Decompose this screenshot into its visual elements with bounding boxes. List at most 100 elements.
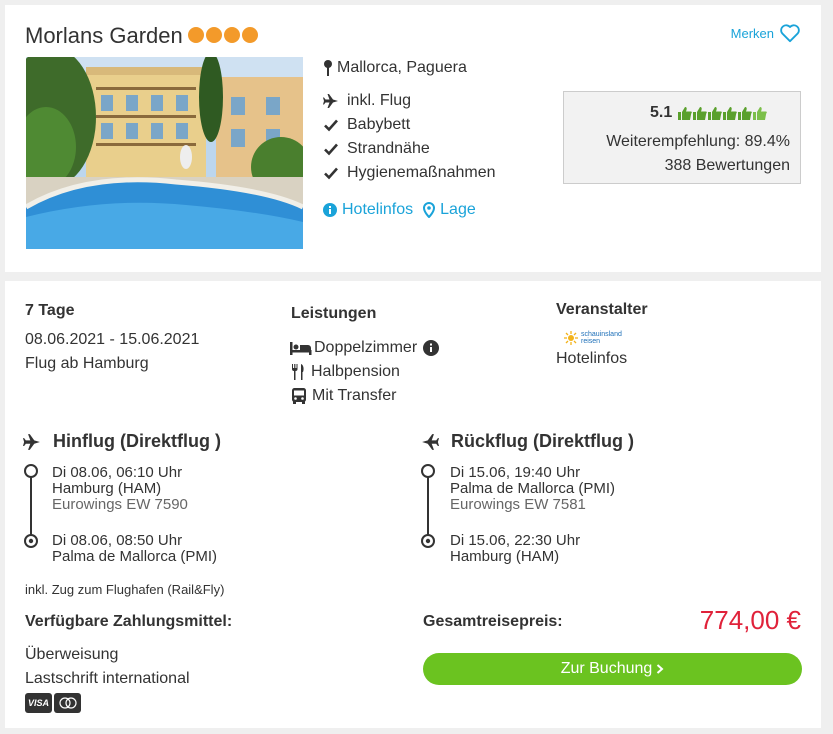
cutlery-icon [292, 364, 304, 380]
inbound-arrival: Di 15.06, 22:30 Uhr Hamburg (HAM) [450, 533, 580, 565]
thumbs-up-icon [738, 107, 753, 120]
outbound-timeline [24, 464, 38, 548]
outbound-flight-number: Eurowings EW 7590 [52, 496, 188, 513]
inbound-title: Rückflug (Direktflug ) [451, 431, 634, 451]
merken-label: Merken [730, 25, 774, 41]
service-label: Doppelzimmer [314, 339, 418, 356]
map-marker-icon [423, 202, 436, 218]
star-icon [224, 27, 240, 43]
service-doppelzimmer: Doppelzimmer [290, 339, 440, 357]
total-price: 774,00 € [699, 605, 801, 635]
thumbs-up-icon [753, 107, 768, 120]
total-label: Gesamtreisepreis: [423, 613, 563, 630]
feature-label: Babybett [347, 116, 411, 133]
hotel-name[interactable]: Morlans Garden [25, 23, 183, 49]
operator-heading: Veranstalter [556, 301, 648, 318]
check-icon [324, 143, 338, 156]
service-label: Mit Transfer [312, 387, 397, 404]
hotel-stars [188, 27, 258, 43]
logo-line2: reisen [581, 338, 601, 345]
rating-box[interactable]: 5.1 Weiterempfehlung: 89.4% 388 Bewertun… [563, 91, 801, 184]
lage-label: Lage [440, 201, 476, 218]
info-icon [323, 203, 337, 217]
check-icon [324, 167, 338, 180]
outbound-dep-time: Di 08.06, 06:10 Uhr [52, 464, 183, 481]
service-halbpension: Halbpension [291, 363, 400, 381]
feature-babybett: Babybett [323, 116, 410, 134]
hotelinfos-label: Hotelinfos [342, 201, 414, 218]
star-icon [188, 27, 204, 43]
logo-line1: schauinsland [581, 331, 622, 338]
booking-button-label: Zur Buchung [560, 660, 653, 677]
rating-score: 5.1 [650, 104, 768, 122]
outbound-arrival: Di 08.06, 08:50 Uhr Palma de Mallorca (P… [52, 533, 217, 565]
thumbs-up-icon [723, 107, 738, 120]
thumbs-up-icon [678, 107, 693, 120]
chevron-right-icon [657, 664, 664, 674]
recommendation-rate: Weiterempfehlung: 89.4% [606, 133, 790, 150]
feature-hygiene: Hygienemaßnahmen [323, 164, 496, 182]
lage-link[interactable]: Lage [423, 201, 476, 219]
payment-method-lastschrift: Lastschrift international [25, 670, 190, 687]
location-text: Mallorca, Paguera [337, 59, 467, 76]
plane-return-icon [422, 433, 439, 450]
merken-button[interactable]: Merken [731, 23, 801, 43]
feature-label: inkl. Flug [347, 92, 412, 109]
services-heading: Leistungen [291, 305, 377, 322]
inbound-departure: Di 15.06, 19:40 Uhr Palma de Mallorca (P… [450, 465, 615, 513]
booking-button[interactable]: Zur Buchung [423, 653, 802, 685]
service-label: Halbpension [311, 363, 400, 380]
inbound-heading: Rückflug (Direktflug ) [419, 431, 634, 452]
payment-method-ueberweisung: Überweisung [25, 646, 119, 663]
outbound-title: Hinflug (Direktflug ) [53, 431, 221, 451]
trip-departure: Flug ab Hamburg [25, 355, 149, 372]
star-icon [206, 27, 222, 43]
inbound-timeline [421, 464, 435, 548]
hotelinfos-link[interactable]: Hotelinfos [323, 201, 413, 219]
bed-icon [290, 342, 312, 355]
hotel-links: Hotelinfos Lage [323, 201, 476, 219]
inbound-dep-airport: Palma de Mallorca (PMI) [450, 480, 616, 497]
sun-logo-icon [564, 331, 578, 345]
inbound-arr-airport: Hamburg (HAM) [450, 548, 560, 565]
rail-fly-note: inkl. Zug zum Flughafen (Rail&Fly) [25, 582, 225, 597]
operator-hotelinfos-link[interactable]: Hotelinfos [556, 350, 627, 368]
hotel-photo[interactable] [26, 57, 303, 249]
thumbs-up-icon [708, 107, 723, 120]
outbound-heading: Hinflug (Direktflug ) [21, 431, 221, 452]
inbound-flight-number: Eurowings EW 7581 [450, 496, 586, 513]
review-count: 388 Bewertungen [664, 157, 790, 174]
inbound-dep-time: Di 15.06, 19:40 Uhr [450, 464, 581, 481]
offer-card: 7 Tage 08.06.2021 - 15.06.2021 Flug ab H… [5, 281, 821, 728]
outbound-departure: Di 08.06, 06:10 Uhr Hamburg (HAM) Eurowi… [52, 465, 188, 513]
outbound-dep-airport: Hamburg (HAM) [52, 480, 162, 497]
outbound-arr-time: Di 08.06, 08:50 Uhr [52, 532, 183, 549]
mastercard-icon [54, 693, 81, 713]
payment-card-icons: VISA [25, 693, 81, 713]
service-transfer: Mit Transfer [291, 387, 396, 405]
map-pin-icon [324, 60, 332, 76]
thumbs-up-icon [693, 107, 708, 120]
score-value: 5.1 [650, 104, 673, 121]
feature-flight: inkl. Flug [323, 92, 411, 110]
heart-icon [780, 24, 800, 43]
plane-icon [323, 94, 338, 108]
visa-icon: VISA [25, 693, 52, 713]
thumbs-rating [678, 106, 768, 120]
feature-strandnaehe: Strandnähe [323, 140, 430, 158]
star-icon [242, 27, 258, 43]
hotel-location: Mallorca, Paguera [323, 59, 467, 77]
hotel-card: Morlans Garden Merken Mallorca, Paguera … [5, 5, 821, 272]
feature-label: Strandnähe [347, 140, 430, 157]
trip-duration: 7 Tage [25, 302, 75, 319]
info-icon[interactable] [423, 340, 440, 356]
plane-icon [23, 433, 40, 450]
feature-label: Hygienemaßnahmen [347, 164, 496, 181]
operator-logo: schauinsland reisen [564, 331, 622, 345]
payment-heading: Verfügbare Zahlungsmittel: [25, 613, 233, 630]
outbound-arr-airport: Palma de Mallorca (PMI) [52, 548, 218, 565]
trip-dates: 08.06.2021 - 15.06.2021 [25, 331, 200, 348]
check-icon [324, 119, 338, 132]
bus-icon [292, 388, 306, 404]
inbound-arr-time: Di 15.06, 22:30 Uhr [450, 532, 581, 549]
